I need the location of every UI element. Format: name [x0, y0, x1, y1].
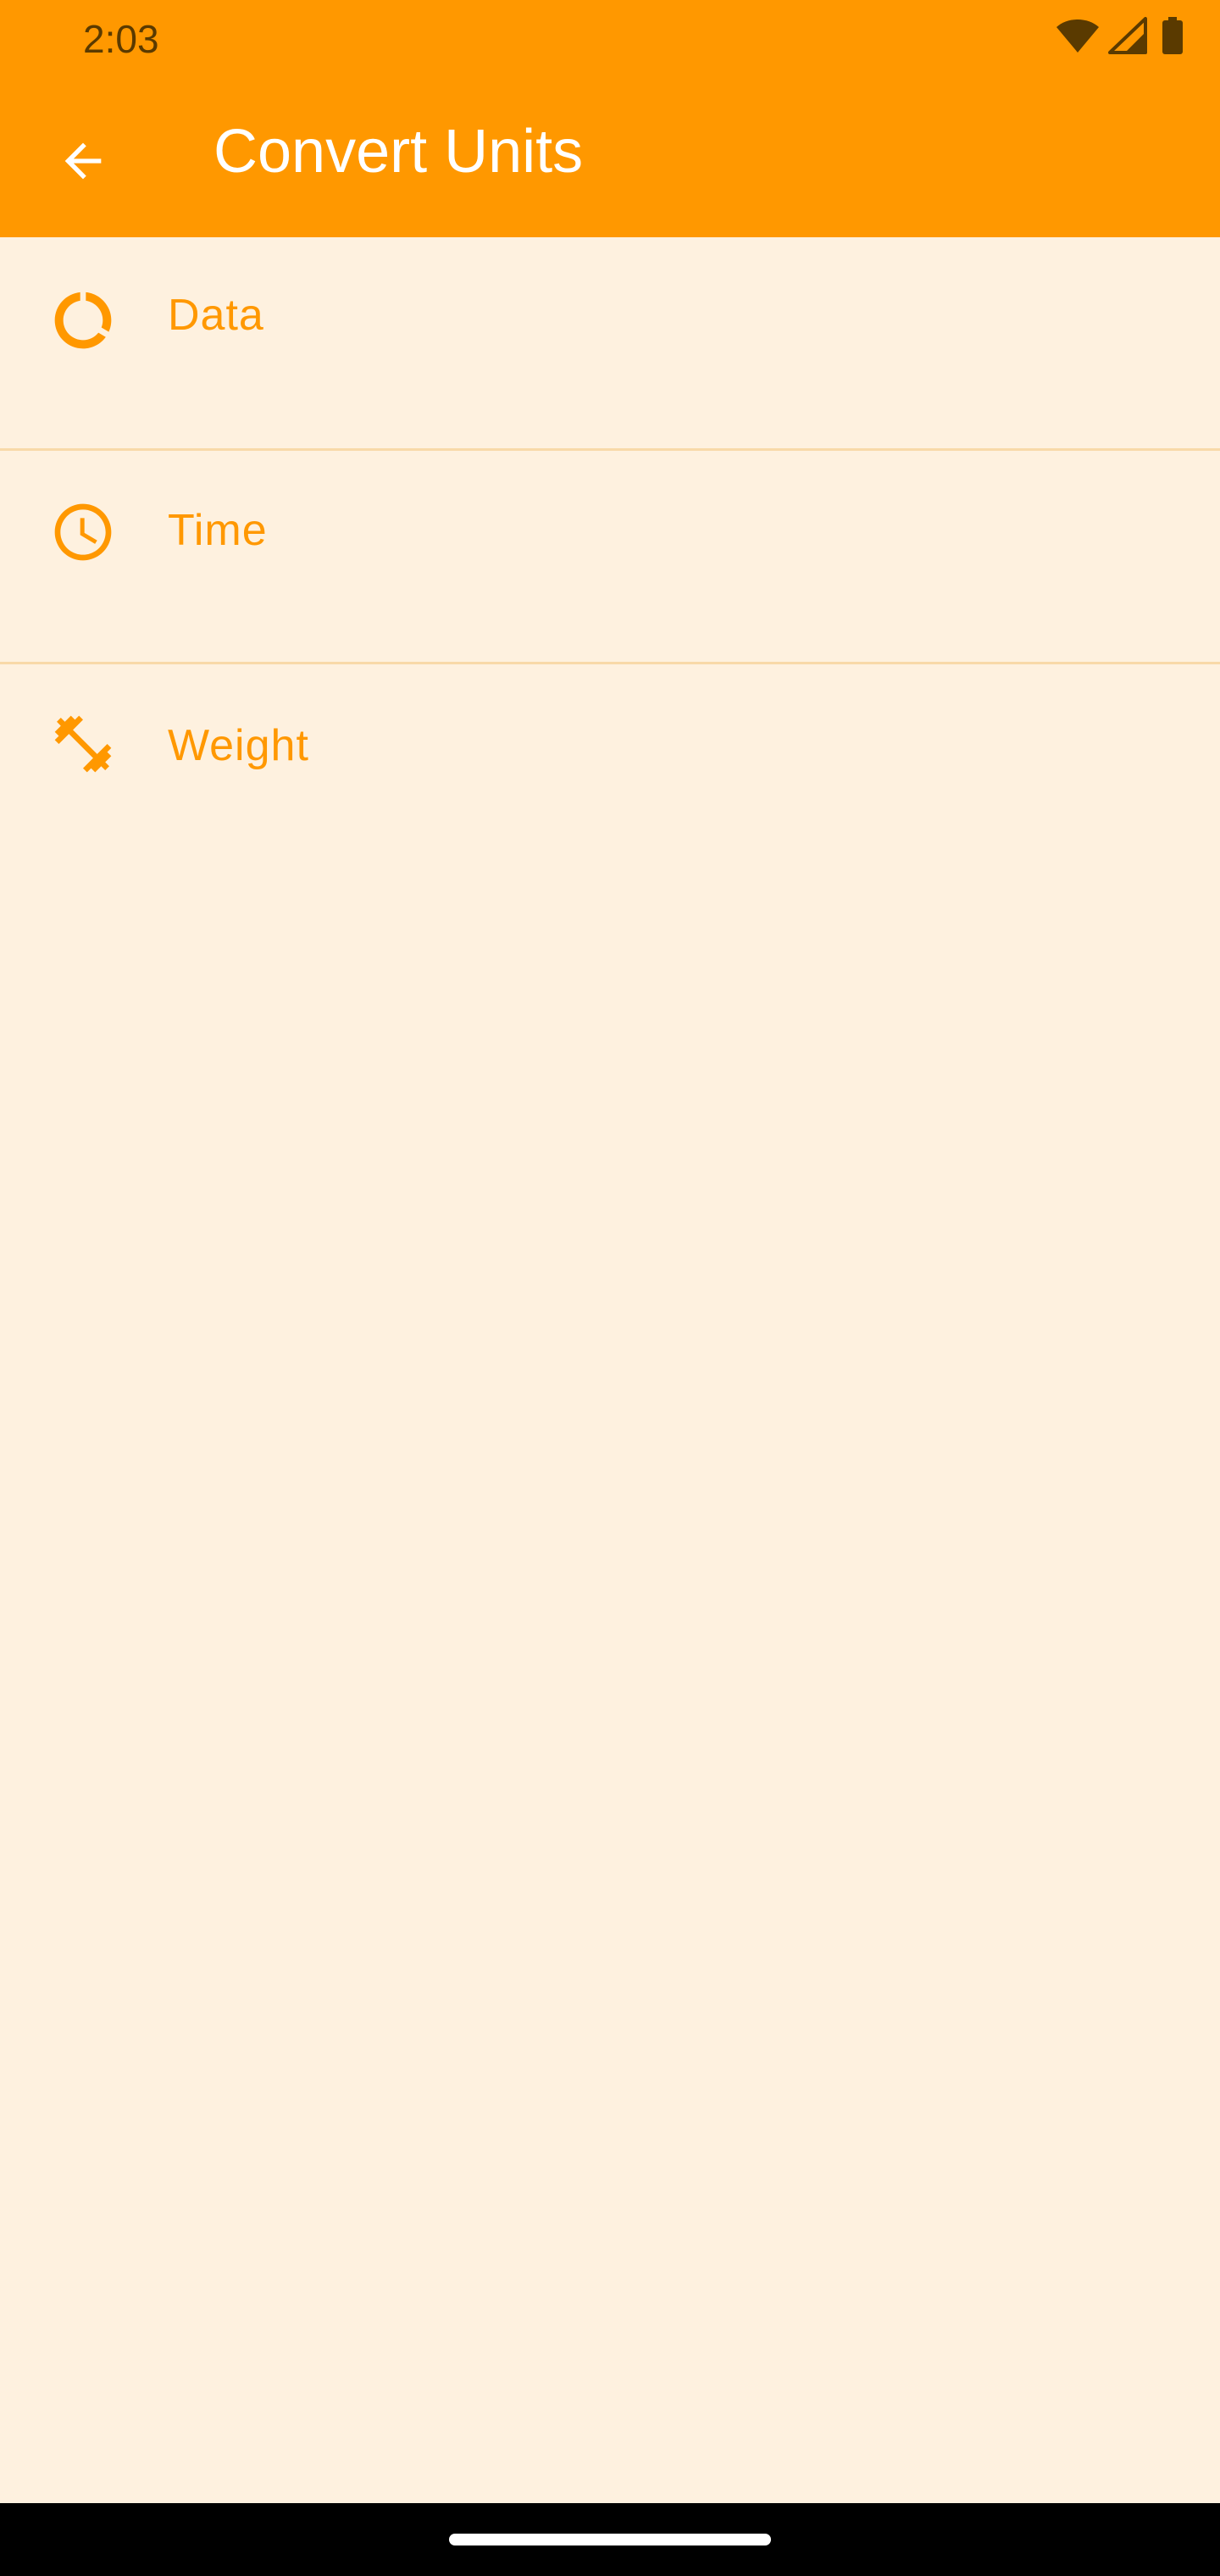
- list-item-weight[interactable]: Weight: [0, 664, 1220, 878]
- app-bar: 2:03 Convert Units: [0, 0, 1220, 237]
- list-item-label: Time: [168, 506, 268, 555]
- list-item-label: Data: [168, 291, 264, 340]
- wifi-icon: [1056, 19, 1099, 53]
- convert-units-screen: 2:03 Convert Units Data Time Weight: [0, 0, 1220, 2576]
- system-navigation-bar: [0, 2503, 1220, 2576]
- list-item-label: Weight: [168, 721, 309, 770]
- unit-category-list: Data Time Weight: [0, 237, 1220, 878]
- home-indicator[interactable]: [449, 2534, 771, 2545]
- status-time: 2:03: [83, 17, 159, 61]
- data-usage-icon: [54, 291, 112, 349]
- back-button[interactable]: [36, 114, 130, 208]
- page-title: Convert Units: [214, 118, 584, 186]
- clock-icon: [54, 503, 112, 561]
- battery-icon: [1162, 17, 1183, 54]
- arrow-back-icon: [64, 142, 102, 180]
- list-item-time[interactable]: Time: [0, 451, 1220, 664]
- fitness-dumbbell-icon: [54, 715, 112, 773]
- status-bar: 2:03: [0, 0, 1220, 78]
- status-icons: [1034, 14, 1220, 64]
- list-item-data[interactable]: Data: [0, 237, 1220, 451]
- toolbar: Convert Units: [0, 78, 1220, 237]
- cellular-signal-icon: [1108, 17, 1147, 54]
